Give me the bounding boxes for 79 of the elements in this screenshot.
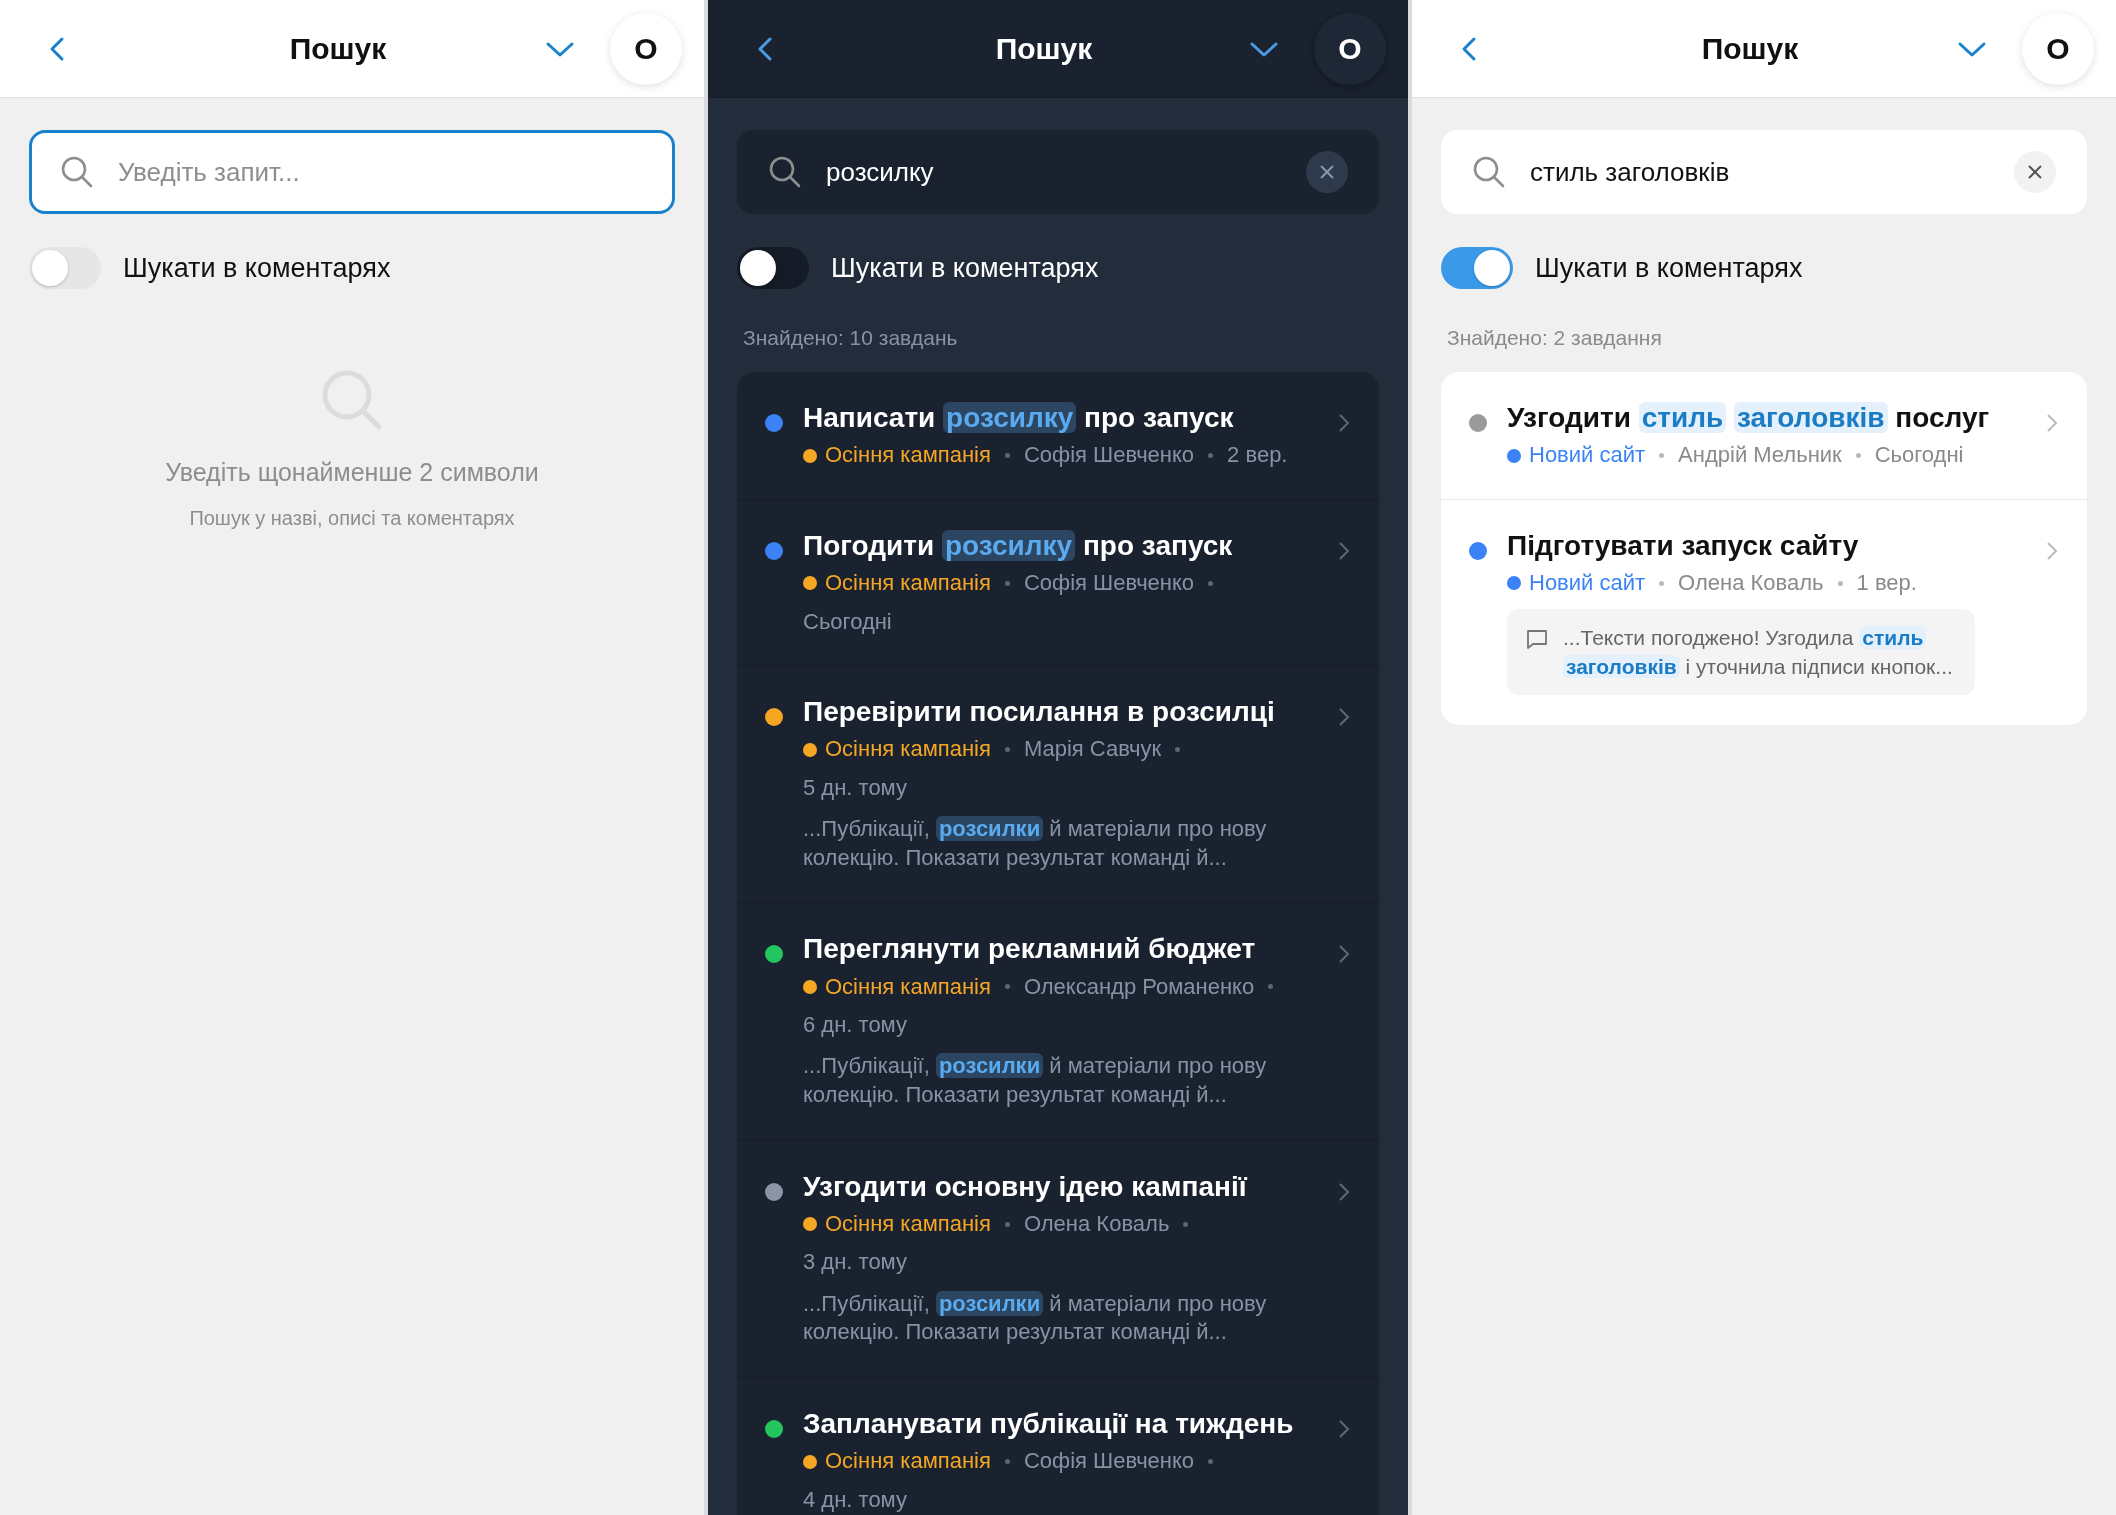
task-date: Сьогодні [803, 608, 892, 635]
project-name: Новий сайт [1529, 442, 1646, 469]
project-name: Осіння кампанія [825, 973, 991, 1001]
empty-hint: Пошук у назві, описі та коментарях [189, 507, 515, 530]
chevron-right-icon [1337, 705, 1351, 728]
chevron-right-icon [1337, 412, 1351, 434]
results-count: Знайдено: 10 завдань [743, 326, 959, 350]
author-name: Софія Шевченко [1023, 570, 1195, 597]
search-input[interactable]: розсилку [824, 155, 1284, 189]
clear-button[interactable] [2014, 151, 2056, 193]
close-icon [1318, 163, 1336, 181]
result-row[interactable]: Запланувати публікації на тиждень Осіння кампанія Софія Шевченко 4 дн. тому [737, 1378, 1379, 1515]
toggle-label: Шукати в коментарях [123, 252, 391, 284]
project-name: Осіння кампанія [825, 1211, 991, 1238]
chevron-right-icon [1337, 539, 1351, 562]
chevron-right-icon [2045, 539, 2059, 562]
toggle-label: Шукати в коментарях [1535, 252, 1803, 284]
result-row[interactable]: Погодити розсилку про запуск Осіння кампанія Софія Шевченко Сьогодні [737, 499, 1379, 666]
snippet-text: ...Публікації, розсилки й матеріали про нову колекцію. Показати результат команді й... [803, 1289, 1268, 1347]
screen-title: Пошук [994, 31, 1094, 66]
chevron-right-icon [2045, 412, 2059, 434]
task-date: 5 дн. тому [803, 774, 907, 802]
toggle-switch[interactable] [737, 247, 809, 289]
author-name: Олександр Романенко [1023, 973, 1255, 1001]
toggle-label: Шукати в коментарях [831, 252, 1099, 284]
project-name: Осіння кампанія [825, 736, 991, 763]
project-name: Осіння кампанія [825, 1448, 991, 1475]
avatar[interactable]: О [610, 12, 682, 85]
close-icon [2026, 163, 2044, 181]
comment-text: ...Тексти погоджено! Узгодила стиль заголовків і уточнила підписи кнопок... [1563, 624, 1954, 680]
search-input[interactable]: Уведіть запит... [116, 155, 644, 189]
task-title: Погодити розсилку про запуск [803, 528, 1234, 563]
task-date: 6 дн. тому [803, 1012, 907, 1039]
result-row[interactable]: Переглянути рекламний бюджет Осіння кампанія Олександр Романенко 6 дн. тому ...Публікації, розсилки й матеріали про нову колекцію. Показати результат команді й... [737, 903, 1379, 1141]
task-date: 2 вер. [1227, 442, 1288, 469]
avatar[interactable]: О [1314, 12, 1386, 85]
chevron-right-icon [1337, 1180, 1351, 1203]
search-field[interactable]: Уведіть запит... [29, 130, 675, 214]
author-name: Олена Коваль [1678, 570, 1824, 597]
task-title: Узгодити основну ідею кампанії [803, 1169, 1248, 1204]
task-date: 4 дн. тому [803, 1486, 907, 1514]
author-name: Олена Коваль [1023, 1211, 1170, 1238]
author-name: Софія Шевченко [1023, 442, 1195, 469]
result-row[interactable]: Узгодити основну ідею кампанії Осіння кампанія Олена Коваль 3 дн. тому ...Публікації, розсилки й матеріали про нову колекцію. Показати результат команді й... [737, 1140, 1379, 1379]
task-title: Перевірити посилання в розсилці [803, 694, 1276, 729]
project-name: Осіння кампанія [825, 442, 991, 469]
empty-title: Уведіть щонайменше 2 символи [165, 458, 539, 487]
task-title: Запланувати публікації на тиждень [803, 1407, 1295, 1442]
project-name: Осіння кампанія [825, 570, 991, 597]
screen-title: Пошук [1700, 31, 1800, 66]
snippet-text: ...Публікації, розсилки й матеріали про нову колекцію. Показати результат команді й... [803, 1052, 1268, 1110]
task-title: Підготувати запуск сайту [1507, 528, 1860, 563]
task-title: Узгодити стиль заголовків послуг [1507, 401, 1991, 435]
search-icon [768, 155, 802, 189]
toggle-switch[interactable] [1441, 247, 1513, 289]
result-row[interactable]: Підготувати запуск сайту Новий сайт Олена Коваль 1 вер. ...Тексти погоджено! Узгодила стиль заголовків і уточнила підписи кнопок... [1441, 499, 2087, 726]
search-input[interactable]: стиль заголовків [1528, 155, 1992, 189]
project-name: Новий сайт [1529, 570, 1646, 597]
search-icon [1472, 155, 1506, 189]
author-name: Софія Шевченко [1023, 1448, 1195, 1475]
result-row[interactable]: Узгодити стиль заголовків послуг Новий сайт Андрій Мельник Сьогодні [1441, 372, 2087, 500]
clear-button[interactable] [1306, 151, 1348, 193]
result-row[interactable]: Написати розсилку про запуск Осіння кампанія Софія Шевченко 2 вер. [737, 372, 1379, 500]
search-field[interactable]: стиль заголовків [1441, 130, 2087, 214]
screen-title: Пошук [288, 31, 388, 66]
task-title: Переглянути рекламний бюджет [803, 932, 1257, 967]
task-date: 3 дн. тому [803, 1249, 907, 1276]
search-icon [60, 155, 94, 189]
task-title: Написати розсилку про запуск [803, 401, 1235, 435]
avatar[interactable]: О [2022, 12, 2094, 85]
task-date: Сьогодні [1874, 442, 1964, 469]
author-name: Андрій Мельник [1678, 442, 1842, 469]
results-count: Знайдено: 2 завдання [1447, 326, 1663, 350]
snippet-text: ...Публікації, розсилки й матеріали про нову колекцію. Показати результат команді й... [803, 815, 1268, 872]
task-date: 1 вер. [1856, 570, 1917, 597]
toggle-switch[interactable] [29, 247, 101, 289]
result-row[interactable]: Перевірити посилання в розсилці Осіння кампанія Марія Савчук 5 дн. тому ...Публікації, розсилки й матеріали про нову колекцію. Показати результат команді й... [737, 665, 1379, 904]
search-field[interactable]: розсилку [737, 130, 1379, 214]
author-name: Марія Савчук [1023, 736, 1162, 763]
